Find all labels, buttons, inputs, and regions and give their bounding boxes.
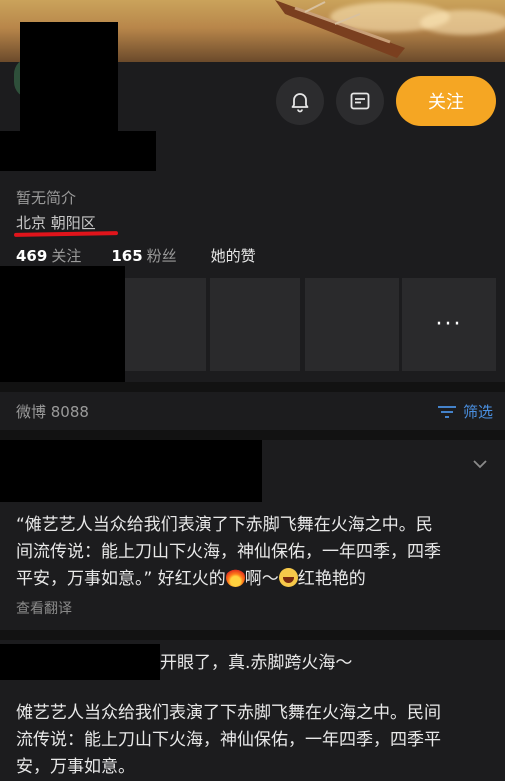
laugh-emoji-mouth bbox=[282, 577, 294, 583]
section-divider bbox=[0, 630, 505, 640]
laugh-emoji bbox=[278, 568, 298, 587]
section-divider bbox=[0, 430, 505, 440]
translate-link[interactable]: 查看翻译 bbox=[16, 598, 72, 618]
post-line: 平安，万事如意。” 好红火的 啊～ 红艳艳的 bbox=[16, 566, 492, 593]
followers-count: 165 bbox=[111, 247, 143, 265]
profile-tile[interactable] bbox=[112, 278, 206, 371]
redacted-tile bbox=[0, 266, 125, 389]
post-headline: 开眼了，真.赤脚跨火海～ bbox=[160, 653, 353, 673]
post-line: 安，万事如意。 bbox=[16, 757, 135, 777]
profile-location: 北京 朝阳区 bbox=[16, 214, 96, 232]
fire-emoji bbox=[225, 568, 245, 587]
post-text-segment: 啊～ bbox=[244, 569, 279, 589]
profile-stats: 469 关注 165 粉丝 她的赞 bbox=[16, 245, 256, 266]
cover-boat bbox=[275, 0, 405, 58]
following-stat[interactable]: 469 关注 bbox=[16, 245, 81, 266]
followers-stat[interactable]: 165 粉丝 bbox=[111, 245, 176, 266]
post-text-segment: 平安，万事如意。” 好红火的 bbox=[16, 569, 226, 589]
red-underline-annotation bbox=[13, 231, 119, 237]
post-line: 间流传说：能上刀山下火海，神仙保佑，一年四季，四季 bbox=[16, 542, 441, 562]
message-button[interactable] bbox=[336, 77, 384, 125]
message-icon bbox=[350, 92, 370, 110]
follow-button[interactable]: 关注 bbox=[396, 76, 496, 126]
filter-label: 筛选 bbox=[462, 403, 493, 421]
post-line: 流传说：能上刀山下火海，神仙保佑，一年四季，四季平 bbox=[16, 730, 441, 750]
post-body: 傩艺艺人当众给我们表演了下赤脚飞舞在火海之中。民间 流传说：能上刀山下火海，神仙… bbox=[16, 700, 492, 781]
filter-button[interactable]: 筛选 bbox=[437, 401, 493, 422]
chevron-down-icon[interactable] bbox=[472, 456, 488, 472]
post-body: “傩艺艺人当众给我们表演了下赤脚飞舞在火海之中。民 间流传说：能上刀山下火海，神… bbox=[16, 512, 492, 593]
redacted-post-author bbox=[0, 440, 262, 502]
more-icon: ··· bbox=[435, 312, 463, 337]
following-label: 关注 bbox=[51, 247, 82, 265]
post-line: “傩艺艺人当众给我们表演了下赤脚飞舞在火海之中。民 bbox=[16, 515, 433, 535]
cover-cloud bbox=[420, 10, 505, 35]
profile-tile[interactable] bbox=[210, 278, 300, 371]
notification-button[interactable] bbox=[276, 77, 324, 125]
weibo-count: 微博 8088 bbox=[16, 403, 89, 421]
redacted-avatar bbox=[20, 22, 118, 134]
profile-tile[interactable] bbox=[305, 278, 399, 371]
section-divider bbox=[0, 382, 505, 392]
post-line: 傩艺艺人当众给我们表演了下赤脚飞舞在火海之中。民间 bbox=[16, 703, 441, 723]
redacted-post-author bbox=[0, 644, 160, 680]
filter-icon bbox=[437, 405, 456, 418]
likes-stat[interactable]: 她的赞 bbox=[211, 245, 256, 266]
more-button[interactable]: ··· bbox=[402, 278, 496, 371]
bell-icon bbox=[291, 93, 309, 113]
followers-label: 粉丝 bbox=[146, 247, 177, 265]
post-text-segment: 红艳艳的 bbox=[297, 569, 366, 589]
following-count: 469 bbox=[16, 247, 48, 265]
redacted-username bbox=[0, 131, 156, 171]
profile-bio: 暂无简介 bbox=[16, 189, 77, 207]
